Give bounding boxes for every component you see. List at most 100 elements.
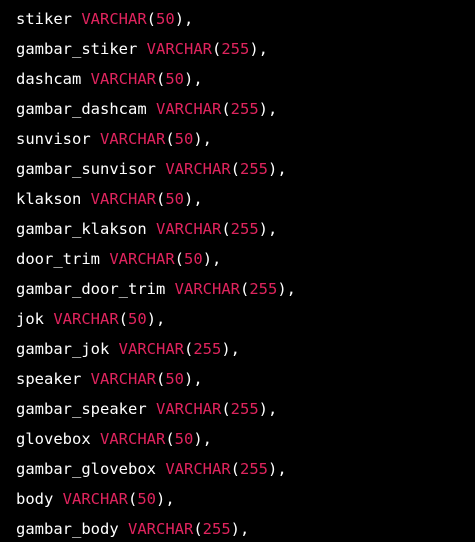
column-size: 50 — [184, 250, 203, 268]
column-size: 50 — [174, 130, 194, 148]
column-type: VARCHAR — [174, 280, 240, 298]
open-paren: ( — [146, 10, 157, 28]
code-line: gambar_speaker VARCHAR(255), — [16, 394, 475, 424]
line-end: ), — [258, 400, 278, 418]
column-name: gambar_klakson — [16, 220, 147, 238]
code-line: door_trim VARCHAR(50), — [16, 244, 475, 274]
code-block: stiker VARCHAR(50), gambar_stiker VARCHA… — [0, 0, 475, 542]
column-size: 50 — [137, 490, 157, 508]
line-end: ), — [146, 310, 166, 328]
code-line: stiker VARCHAR(50), — [16, 4, 475, 34]
column-name: dashcam — [16, 70, 82, 88]
column-size: 255 — [240, 460, 268, 478]
column-name: gambar_body — [16, 520, 119, 538]
code-line: gambar_glovebox VARCHAR(255), — [16, 454, 475, 484]
code-line: dashcam VARCHAR(50), — [16, 64, 475, 94]
column-name: sunvisor — [16, 130, 91, 148]
code-line: gambar_body VARCHAR(255), — [16, 514, 475, 542]
column-type: VARCHAR — [100, 430, 166, 448]
column-type: VARCHAR — [90, 190, 156, 208]
column-name: stiker — [16, 10, 72, 28]
open-paren: ( — [221, 400, 231, 418]
code-line: sunvisor VARCHAR(50), — [16, 124, 475, 154]
column-size: 255 — [230, 100, 259, 118]
column-size: 50 — [174, 430, 194, 448]
line-end: ), — [202, 250, 222, 268]
open-paren: ( — [165, 430, 175, 448]
column-type: VARCHAR — [156, 400, 222, 418]
line-end: ), — [184, 70, 203, 88]
line-end: ), — [184, 190, 203, 208]
column-size: 50 — [128, 310, 147, 328]
column-type: VARCHAR — [165, 160, 231, 178]
open-paren: ( — [156, 70, 166, 88]
column-size: 50 — [165, 70, 185, 88]
code-line: gambar_door_trim VARCHAR(255), — [16, 274, 475, 304]
line-end: ), — [156, 490, 175, 508]
column-name: jok — [16, 310, 44, 328]
open-paren: ( — [184, 340, 194, 358]
open-paren: ( — [118, 310, 129, 328]
column-size: 255 — [230, 400, 259, 418]
open-paren: ( — [156, 370, 166, 388]
column-name: gambar_jok — [16, 340, 110, 358]
column-type: VARCHAR — [62, 490, 128, 508]
line-end: ), — [184, 370, 203, 388]
column-name: gambar_sunvisor — [16, 160, 156, 178]
line-end: ), — [258, 220, 278, 238]
column-name: door_trim — [16, 250, 100, 268]
column-size: 50 — [165, 370, 185, 388]
line-end: ), — [193, 430, 213, 448]
column-size: 255 — [230, 220, 259, 238]
code-line: gambar_sunvisor VARCHAR(255), — [16, 154, 475, 184]
line-end: ), — [249, 40, 269, 58]
column-size: 255 — [193, 340, 222, 358]
column-type: VARCHAR — [81, 10, 147, 28]
column-name: gambar_stiker — [16, 40, 138, 58]
column-size: 255 — [249, 280, 278, 298]
code-line: gambar_klakson VARCHAR(255), — [16, 214, 475, 244]
column-size: 50 — [156, 10, 175, 28]
column-type: VARCHAR — [128, 520, 194, 538]
open-paren: ( — [221, 220, 231, 238]
code-line: klakson VARCHAR(50), — [16, 184, 475, 214]
open-paren: ( — [193, 520, 203, 538]
open-paren: ( — [165, 130, 175, 148]
column-size: 255 — [240, 160, 268, 178]
code-line: gambar_dashcam VARCHAR(255), — [16, 94, 475, 124]
open-paren: ( — [221, 100, 231, 118]
code-line: gambar_stiker VARCHAR(255), — [16, 34, 475, 64]
code-line: speaker VARCHAR(50), — [16, 364, 475, 394]
column-name: gambar_speaker — [16, 400, 147, 418]
open-paren: ( — [174, 250, 185, 268]
open-paren: ( — [128, 490, 138, 508]
column-size: 50 — [165, 190, 185, 208]
line-end: ), — [258, 100, 278, 118]
column-type: VARCHAR — [165, 460, 231, 478]
line-end: ), — [193, 130, 213, 148]
column-type: VARCHAR — [156, 100, 222, 118]
open-paren: ( — [239, 280, 250, 298]
column-name: gambar_dashcam — [16, 100, 147, 118]
code-line: glovebox VARCHAR(50), — [16, 424, 475, 454]
open-paren: ( — [230, 460, 240, 478]
line-end: ), — [230, 520, 250, 538]
column-type: VARCHAR — [100, 130, 166, 148]
column-name: glovebox — [16, 430, 91, 448]
code-line: body VARCHAR(50), — [16, 484, 475, 514]
code-line: gambar_jok VARCHAR(255), — [16, 334, 475, 364]
column-type: VARCHAR — [90, 370, 156, 388]
column-size: 255 — [221, 40, 250, 58]
code-line: jok VARCHAR(50), — [16, 304, 475, 334]
open-paren: ( — [156, 190, 166, 208]
line-end: ), — [277, 280, 296, 298]
column-name: gambar_glovebox — [16, 460, 156, 478]
open-paren: ( — [230, 160, 240, 178]
open-paren: ( — [212, 40, 222, 58]
column-type: VARCHAR — [146, 40, 212, 58]
line-end: ), — [268, 160, 287, 178]
column-type: VARCHAR — [90, 70, 156, 88]
column-name: gambar_door_trim — [16, 280, 166, 298]
column-type: VARCHAR — [109, 250, 175, 268]
column-size: 255 — [202, 520, 231, 538]
